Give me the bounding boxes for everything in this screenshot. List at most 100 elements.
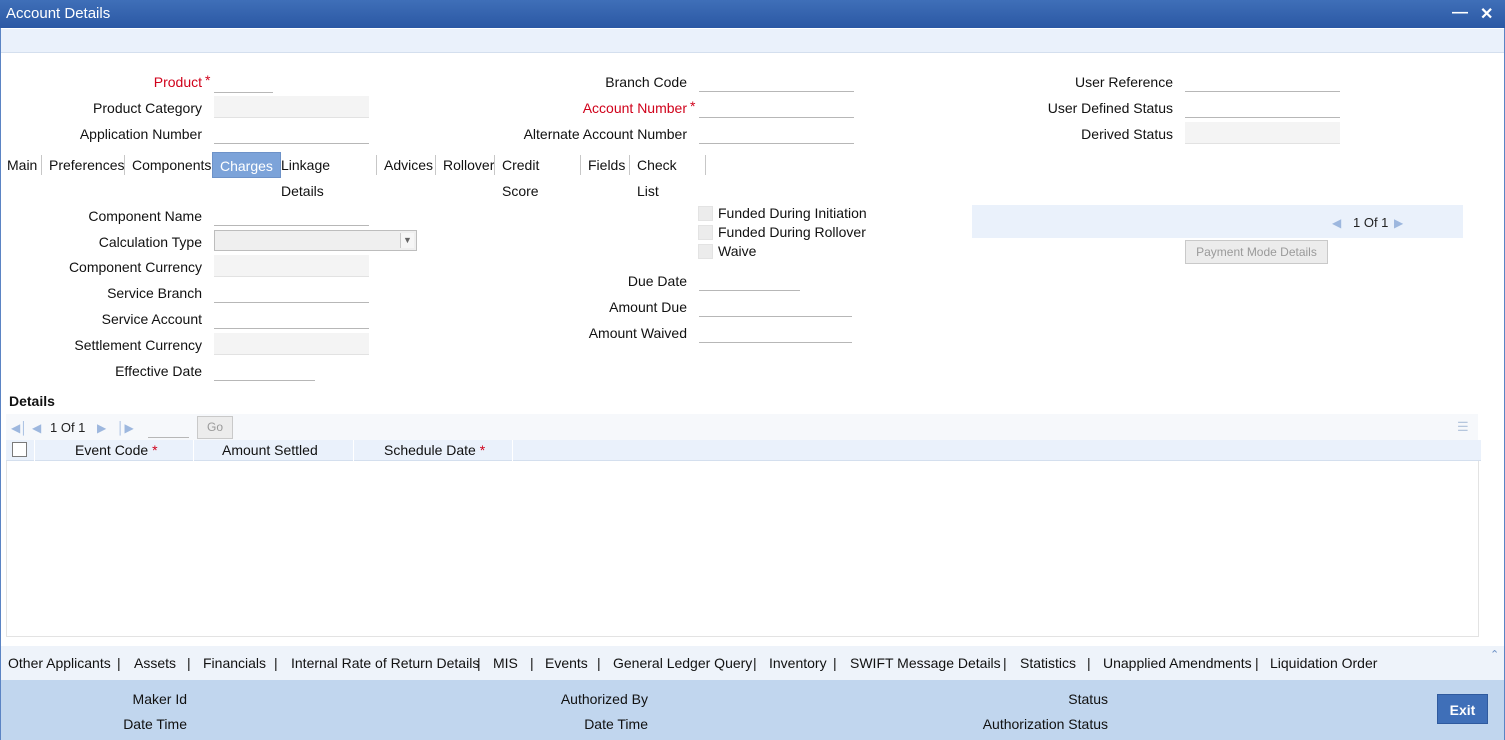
- tab-main[interactable]: Main: [0, 152, 44, 178]
- column-header-amount-settled[interactable]: Amount Settled: [222, 442, 318, 458]
- next-page-icon[interactable]: ▶: [97, 421, 106, 435]
- funded-during-rollover-checkbox[interactable]: [698, 225, 713, 240]
- service-account-field[interactable]: [214, 307, 369, 329]
- link-separator: |: [1255, 655, 1259, 671]
- column-separator: [353, 440, 354, 461]
- component-name-field[interactable]: [214, 204, 369, 226]
- alternate-account-number-label: Alternate Account Number: [523, 126, 687, 142]
- subsystem-link-bar: Other Applicants | Assets | Financials |…: [1, 646, 1504, 680]
- charges-pager-text: 1 Of 1: [1353, 215, 1389, 230]
- minimize-icon[interactable]: —: [1452, 4, 1468, 22]
- link-other-applicants[interactable]: Other Applicants: [8, 655, 111, 671]
- product-category-field: [214, 96, 369, 118]
- branch-code-label: Branch Code: [605, 74, 687, 90]
- link-separator: |: [1003, 655, 1007, 671]
- audit-footer: [1, 680, 1504, 740]
- link-separator: |: [187, 655, 191, 671]
- amount-due-field[interactable]: [699, 295, 852, 317]
- link-general-ledger-query[interactable]: General Ledger Query: [613, 655, 752, 671]
- service-branch-field[interactable]: [214, 281, 369, 303]
- close-icon[interactable]: ✕: [1480, 4, 1493, 24]
- link-separator: |: [530, 655, 534, 671]
- authorized-by-label: Authorized By: [560, 691, 648, 707]
- column-header-event-code[interactable]: Event Code *: [75, 442, 158, 458]
- required-marker: *: [205, 72, 211, 88]
- effective-date-field[interactable]: [214, 359, 315, 381]
- account-number-field[interactable]: [699, 96, 854, 118]
- application-number-field[interactable]: [214, 122, 369, 144]
- checker-date-time-label: Date Time: [584, 716, 648, 732]
- charges-pager-panel: [972, 205, 1463, 238]
- details-grid-body: [6, 461, 1479, 637]
- calculation-type-label: Calculation Type: [98, 234, 202, 250]
- due-date-field[interactable]: [699, 269, 800, 291]
- last-page-icon[interactable]: │▶: [117, 421, 134, 435]
- link-assets[interactable]: Assets: [134, 655, 176, 671]
- required-marker: *: [690, 98, 696, 114]
- first-page-icon[interactable]: ◀│: [11, 421, 28, 435]
- amount-waived-field[interactable]: [699, 321, 852, 343]
- column-separator: [34, 440, 35, 461]
- next-icon[interactable]: ▶: [1394, 216, 1403, 230]
- link-mis[interactable]: MIS: [493, 655, 518, 671]
- link-internal-rate-of-return-details[interactable]: Internal Rate of Return Details: [291, 655, 479, 671]
- funded-during-initiation-label: Funded During Initiation: [718, 205, 867, 221]
- previous-icon[interactable]: ◀: [1332, 216, 1341, 230]
- link-unapplied-amendments[interactable]: Unapplied Amendments: [1103, 655, 1252, 671]
- link-liquidation-order[interactable]: Liquidation Order: [1270, 655, 1377, 671]
- tab-components[interactable]: Components: [125, 152, 218, 178]
- user-defined-status-field[interactable]: [1185, 96, 1340, 118]
- status-label: Status: [1068, 691, 1108, 707]
- link-statistics[interactable]: Statistics: [1020, 655, 1076, 671]
- waive-checkbox[interactable]: [698, 244, 713, 259]
- details-title: Details: [9, 393, 55, 409]
- link-swift-message-details[interactable]: SWIFT Message Details: [850, 655, 1001, 671]
- link-events[interactable]: Events: [545, 655, 588, 671]
- tab-fields[interactable]: Fields: [581, 152, 632, 178]
- product-field[interactable]: [214, 71, 273, 93]
- link-separator: |: [833, 655, 837, 671]
- amount-due-label: Amount Due: [609, 299, 687, 315]
- effective-date-label: Effective Date: [115, 363, 202, 379]
- maker-date-time-label: Date Time: [123, 716, 187, 732]
- page-number-input[interactable]: [148, 416, 189, 438]
- go-button[interactable]: Go: [197, 416, 233, 439]
- derived-status-field: [1185, 122, 1340, 144]
- tab-linkage-details[interactable]: Linkage Details: [274, 152, 337, 199]
- waive-label: Waive: [718, 243, 757, 259]
- tab-rollover[interactable]: Rollover: [436, 152, 501, 178]
- previous-page-icon[interactable]: ◀: [32, 421, 41, 435]
- alternate-account-number-field[interactable]: [699, 122, 854, 144]
- link-separator: |: [597, 655, 601, 671]
- tab-check-list[interactable]: Check List: [630, 152, 684, 199]
- calculation-type-select[interactable]: ▼: [214, 230, 417, 251]
- column-settings-icon[interactable]: ☰: [1457, 419, 1469, 435]
- branch-code-field[interactable]: [699, 70, 854, 92]
- link-separator: |: [274, 655, 278, 671]
- authorization-status-label: Authorization Status: [982, 716, 1108, 732]
- scroll-up-icon[interactable]: ⌃: [1490, 648, 1499, 661]
- funded-during-initiation-checkbox[interactable]: [698, 206, 713, 221]
- link-separator: |: [117, 655, 121, 671]
- link-separator: |: [477, 655, 481, 671]
- chevron-down-icon: ▼: [400, 233, 414, 248]
- tab-charges[interactable]: Charges: [212, 152, 281, 178]
- exit-button[interactable]: Exit: [1437, 694, 1488, 724]
- column-separator: [512, 440, 513, 461]
- user-reference-field[interactable]: [1185, 70, 1340, 92]
- account-number-label: Account Number: [582, 100, 687, 116]
- product-label: Product: [153, 74, 202, 90]
- column-header-schedule-date[interactable]: Schedule Date *: [384, 442, 485, 458]
- payment-mode-details-button[interactable]: Payment Mode Details: [1185, 240, 1328, 264]
- details-pager-text: 1 Of 1: [50, 420, 86, 435]
- link-financials[interactable]: Financials: [203, 655, 266, 671]
- select-all-checkbox[interactable]: [12, 442, 27, 457]
- tab-advices[interactable]: Advices: [377, 152, 440, 178]
- user-defined-status-label: User Defined Status: [1047, 100, 1173, 116]
- product-category-label: Product Category: [93, 100, 202, 116]
- amount-waived-label: Amount Waived: [588, 325, 687, 341]
- tab-preferences[interactable]: Preferences: [42, 152, 131, 178]
- service-branch-label: Service Branch: [107, 285, 202, 301]
- link-inventory[interactable]: Inventory: [769, 655, 827, 671]
- tab-credit-score[interactable]: Credit Score: [495, 152, 546, 199]
